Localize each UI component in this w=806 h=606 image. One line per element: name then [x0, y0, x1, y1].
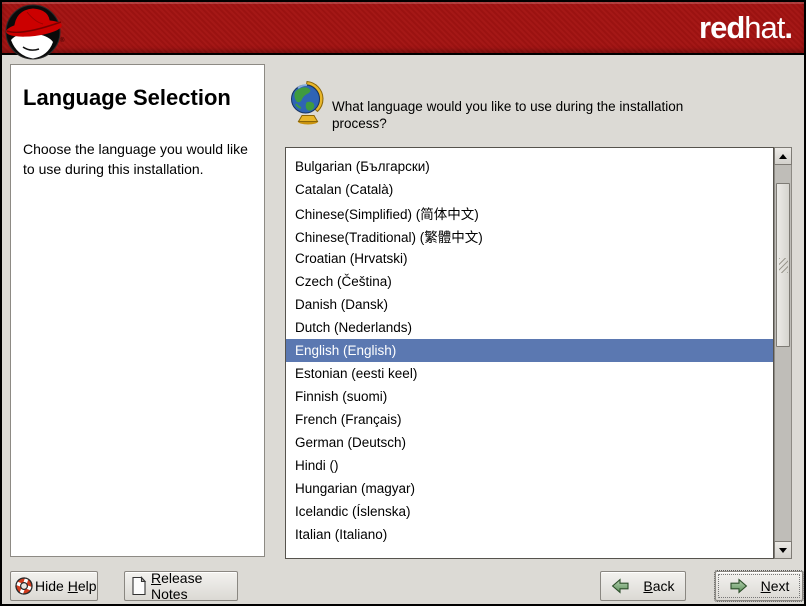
installer-window: ® redhat. Language Selection Choose the …: [0, 0, 806, 606]
release-notes-label: Release Notes: [151, 570, 237, 602]
document-icon: [129, 576, 149, 596]
arrow-right-icon: [729, 578, 748, 594]
language-row[interactable]: Hungarian (magyar): [286, 477, 773, 500]
help-panel: Language Selection Choose the language y…: [10, 64, 265, 557]
question-text: What language would you like to use duri…: [332, 98, 690, 132]
wordmark-red: red: [699, 10, 744, 45]
arrow-up-icon: [779, 154, 787, 159]
language-row[interactable]: English (English): [286, 339, 773, 362]
language-row[interactable]: French (Français): [286, 408, 773, 431]
language-row[interactable]: Danish (Dansk): [286, 293, 773, 316]
language-row[interactable]: Dutch (Nederlands): [286, 316, 773, 339]
scroll-up-button[interactable]: [774, 147, 792, 165]
redhat-wordmark: redhat.: [699, 11, 792, 45]
scrollbar-thumb[interactable]: [776, 183, 790, 347]
arrow-down-icon: [779, 548, 787, 553]
hide-help-button[interactable]: Hide Help: [10, 571, 98, 601]
help-text: Choose the language you would like to us…: [23, 139, 251, 179]
scrollbar-track[interactable]: [774, 165, 792, 541]
release-notes-button[interactable]: Release Notes: [124, 571, 238, 601]
language-row[interactable]: Chinese(Traditional) (繁體中文): [286, 224, 773, 247]
language-row[interactable]: Bulgarian (Български): [286, 155, 773, 178]
language-row[interactable]: Catalan (Català): [286, 178, 773, 201]
next-button[interactable]: Next: [715, 571, 803, 601]
wordmark-hat: hat: [744, 10, 784, 45]
hide-help-label: Hide Help: [35, 578, 97, 594]
scroll-down-button[interactable]: [774, 541, 792, 559]
header-banner: [2, 2, 804, 55]
life-buoy-icon: [14, 576, 34, 596]
arrow-left-icon: [611, 578, 630, 594]
next-label: Next: [761, 578, 790, 594]
page-title: Language Selection: [23, 85, 250, 111]
language-row[interactable]: Hindi (): [286, 454, 773, 477]
registered-trademark: ®: [60, 38, 64, 44]
redhat-shadowman-logo: [3, 3, 65, 65]
language-row[interactable]: Icelandic (Íslenska): [286, 500, 773, 523]
language-row[interactable]: Croatian (Hrvatski): [286, 247, 773, 270]
language-row[interactable]: Czech (Čeština): [286, 270, 773, 293]
language-list-scrollbar: [774, 147, 792, 559]
language-row[interactable]: Italian (Italiano): [286, 523, 773, 546]
wordmark-dot: .: [784, 10, 792, 45]
globe-icon: [289, 80, 327, 125]
language-list[interactable]: Bulgarian (Български)Catalan (Català)Chi…: [285, 147, 774, 559]
back-button[interactable]: Back: [600, 571, 686, 601]
back-label: Back: [643, 578, 674, 594]
language-row[interactable]: German (Deutsch): [286, 431, 773, 454]
language-row[interactable]: Chinese(Simplified) (简体中文): [286, 201, 773, 224]
language-row[interactable]: Estonian (eesti keel): [286, 362, 773, 385]
language-row[interactable]: Finnish (suomi): [286, 385, 773, 408]
